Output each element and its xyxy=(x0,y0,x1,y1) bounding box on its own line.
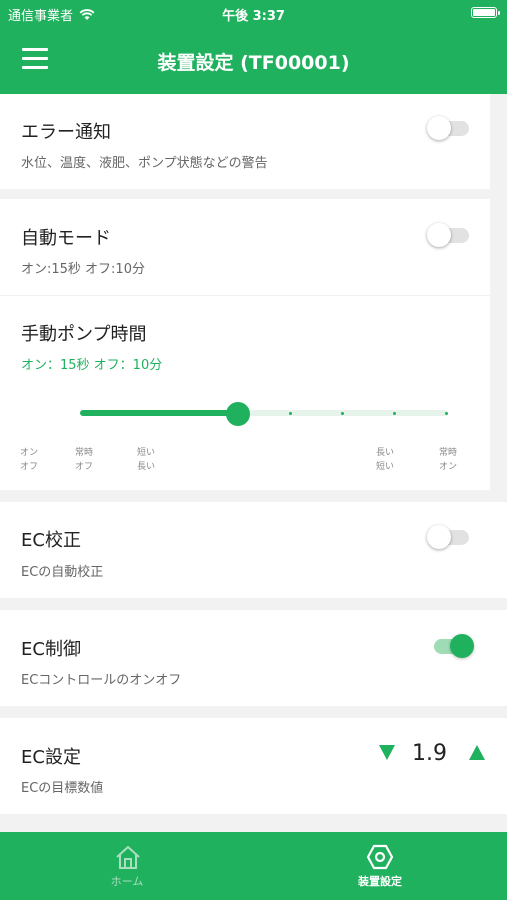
ec-calibration-card: EC校正 ECの自動校正 xyxy=(0,502,507,598)
ec-value: 1.9 xyxy=(412,741,447,766)
slider-label-bottom: 短い xyxy=(375,462,394,472)
status-time: 午後 3:37 xyxy=(222,9,285,24)
slider-label: 常時 オン xyxy=(433,446,463,474)
slider-label-top: 長い xyxy=(375,448,394,458)
slider-label-bottom: オン xyxy=(438,462,457,472)
home-icon xyxy=(116,846,140,869)
slider-label: オン オフ xyxy=(14,446,44,474)
error-notify-title: エラー通知 xyxy=(21,122,111,143)
auto-mode-card: 自動モード オン:15秒 オフ:10分 xyxy=(0,199,490,295)
pump-slider-thumb[interactable] xyxy=(226,402,250,426)
manual-pump-subtitle: オン：15秒 オフ：10分 xyxy=(21,358,163,373)
tab-home-label: ホーム xyxy=(110,875,144,888)
ec-control-card: EC制御 ECコントロールのオンオフ xyxy=(0,610,507,706)
slider-label-top: 短い xyxy=(136,448,155,458)
battery-icon xyxy=(471,7,500,18)
slider-label-bottom: 長い xyxy=(136,462,155,472)
ec-decrease-button[interactable] xyxy=(379,745,395,760)
slider-tick xyxy=(341,412,344,415)
status-bar: 通信事業者 午後 3:37 xyxy=(0,0,507,26)
slider-tick xyxy=(445,412,448,415)
ec-setting-subtitle: ECの目標数値 xyxy=(21,781,104,796)
tab-device-settings-label: 装置設定 xyxy=(358,875,402,888)
ec-increase-button[interactable] xyxy=(469,745,485,760)
slider-tick xyxy=(289,412,292,415)
slider-label: 長い 短い xyxy=(370,446,400,474)
slider-label-top: 常時 xyxy=(438,448,457,458)
ec-calibration-title: EC校正 xyxy=(21,530,81,551)
slider-label-bottom: オフ xyxy=(74,462,93,472)
page-title: 装置設定 (TF00001) xyxy=(157,52,350,74)
pump-slider-fill xyxy=(80,410,238,416)
manual-pump-title: 手動ポンプ時間 xyxy=(21,324,147,345)
slider-label: 短い 長い xyxy=(131,446,161,474)
tab-home[interactable]: ホーム xyxy=(0,832,254,900)
error-notify-toggle[interactable] xyxy=(427,116,471,140)
ec-setting-card: EC設定 ECの目標数値 xyxy=(0,718,507,814)
slider-label-top: 常時 xyxy=(74,448,93,458)
ec-control-title: EC制御 xyxy=(21,639,81,660)
slider-label-top: オン xyxy=(19,448,38,458)
slider-label-bottom: オフ xyxy=(19,462,38,472)
slider-label: 常時 オフ xyxy=(69,446,99,474)
slider-tick xyxy=(393,412,396,415)
error-notify-subtitle: 水位、温度、液肥、ポンプ状態などの警告 xyxy=(21,156,268,171)
ec-calibration-toggle[interactable] xyxy=(427,525,471,549)
auto-mode-subtitle: オン:15秒 オフ:10分 xyxy=(21,262,145,277)
ec-control-toggle[interactable] xyxy=(430,634,474,658)
auto-mode-title: 自動モード xyxy=(21,228,111,249)
ec-setting-title: EC設定 xyxy=(21,747,81,768)
ec-calibration-subtitle: ECの自動校正 xyxy=(21,565,104,580)
ec-control-subtitle: ECコントロールのオンオフ xyxy=(21,673,182,688)
tab-bar: ホーム 装置設定 xyxy=(0,832,507,900)
auto-mode-toggle[interactable] xyxy=(427,223,471,247)
nav-bar: 装置設定 (TF00001) xyxy=(0,26,507,94)
tab-device-settings[interactable]: 装置設定 xyxy=(253,832,507,900)
error-notify-card: エラー通知 水位、温度、液肥、ポンプ状態などの警告 xyxy=(0,94,490,189)
hex-nut-icon xyxy=(366,844,394,870)
